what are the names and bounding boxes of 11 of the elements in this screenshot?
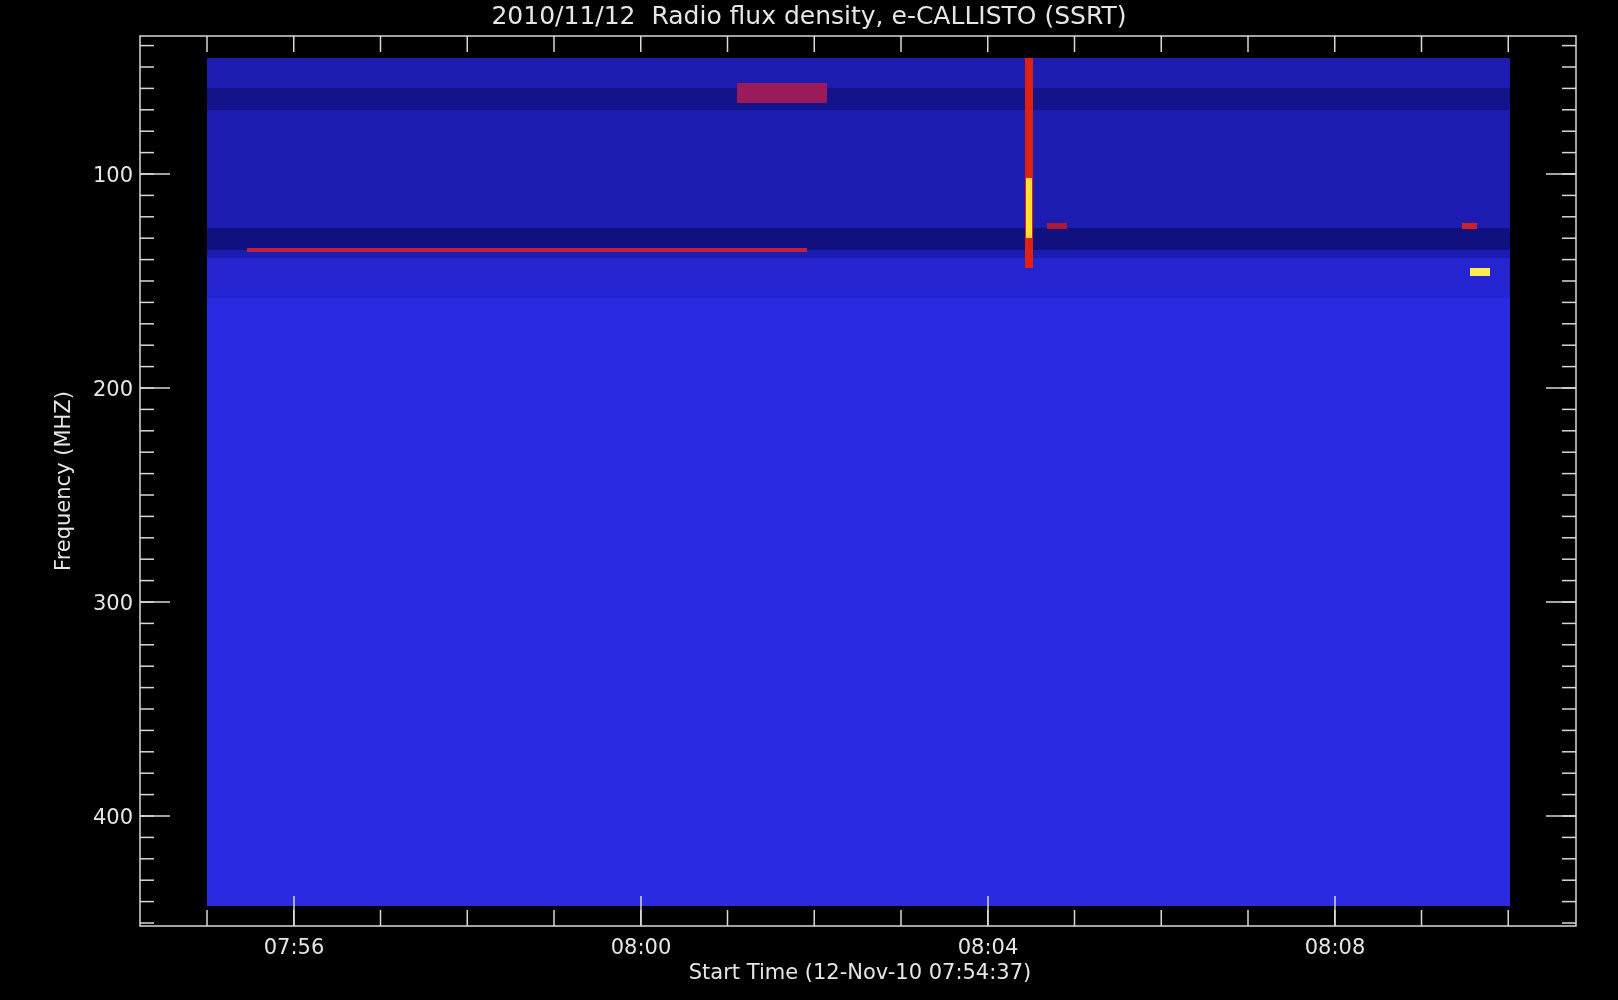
chart-title: 2010/11/12 Radio flux density, e-CALLISTO (SSRT)	[491, 1, 1127, 30]
y-tick-label: 200	[92, 377, 133, 401]
x-tick-label: 08:08	[1304, 935, 1366, 959]
x-tick-label: 08:00	[610, 935, 672, 959]
x-tick-label: 07:56	[263, 935, 325, 959]
y-tick-label: 100	[92, 163, 133, 187]
x-axis-label: Start Time (12-Nov-10 07:54:37)	[688, 960, 1032, 984]
x-tick-label: 08:04	[957, 935, 1019, 959]
y-tick-label: 300	[92, 591, 133, 615]
y-axis-label: Frequency (MHZ)	[51, 391, 75, 571]
y-tick-label: 400	[92, 805, 133, 829]
